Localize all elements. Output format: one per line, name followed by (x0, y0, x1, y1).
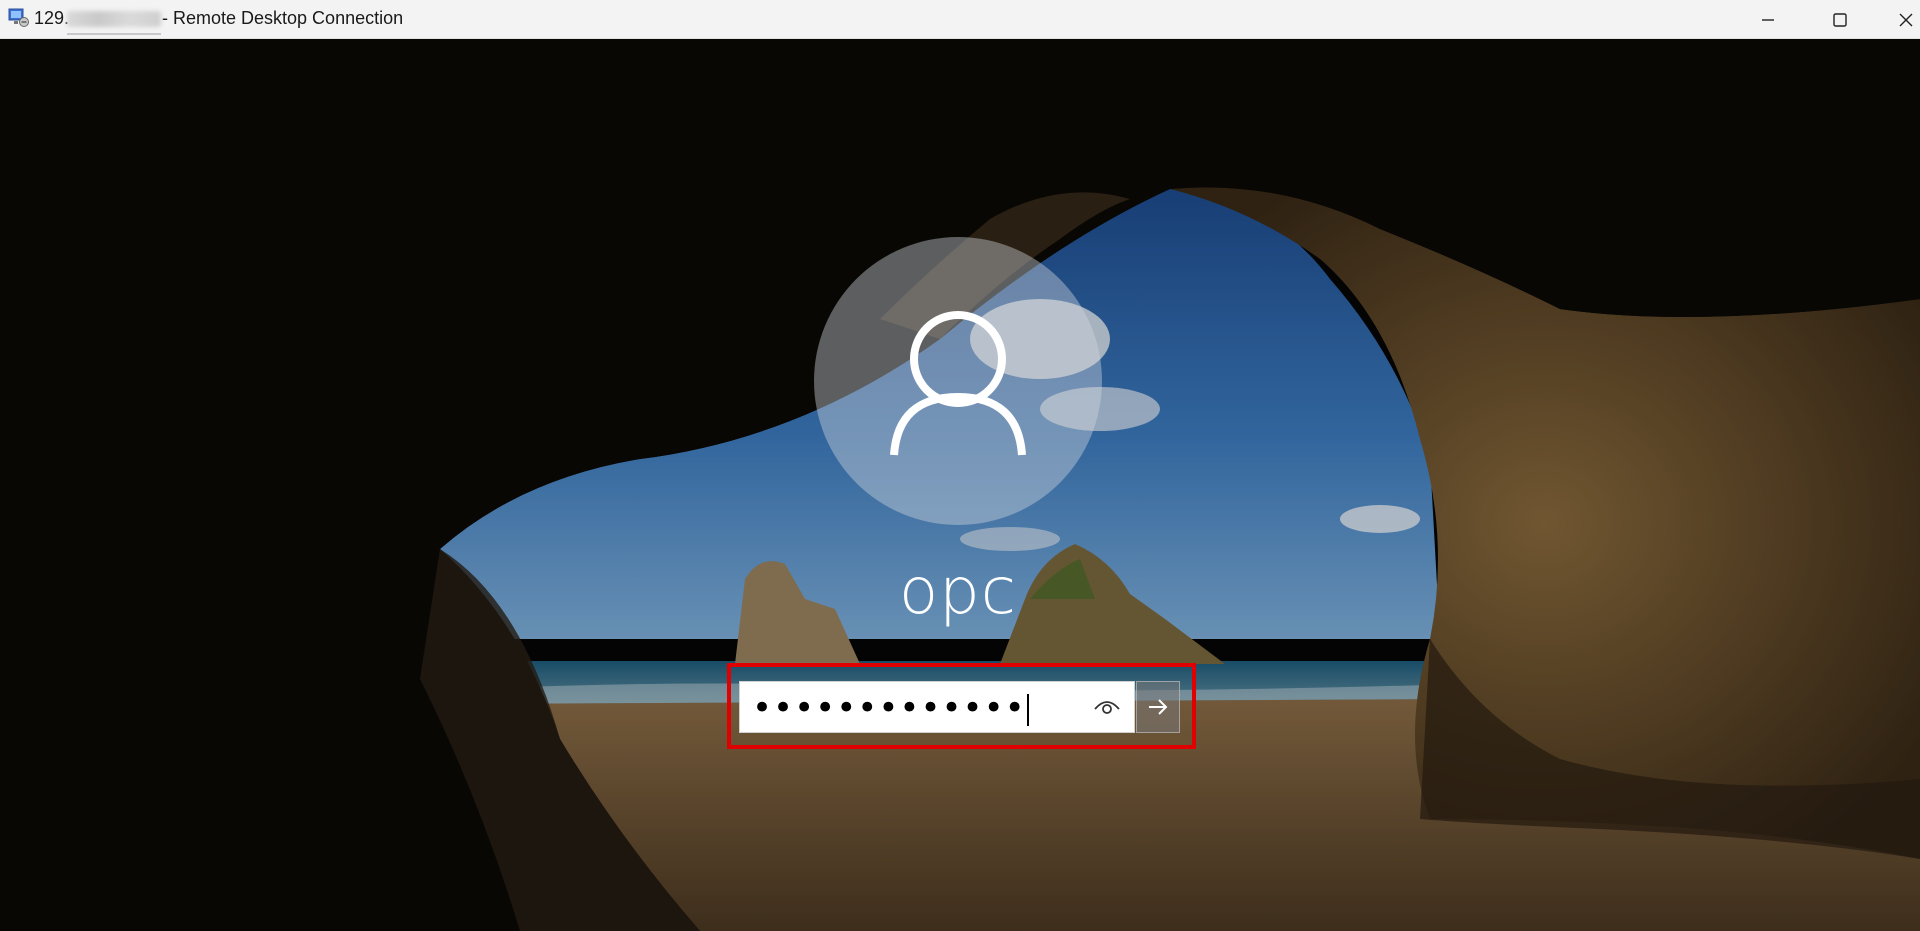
arrow-right-icon (1149, 699, 1168, 715)
window-title-ip: 129. (34, 8, 70, 28)
window-title: - Remote Desktop Connection (162, 8, 404, 28)
username-label: opc (899, 555, 1017, 629)
remote-desktop-icon (8, 8, 30, 28)
maximize-icon (1833, 12, 1847, 27)
password-value: ••••••••••••• (752, 688, 1029, 728)
close-icon (1899, 13, 1913, 26)
eye-icon (1094, 701, 1120, 714)
title-bar: 129. - Remote Desktop Connection (0, 0, 1920, 39)
title-underline (67, 33, 161, 35)
reveal-password-button[interactable] (1092, 695, 1122, 719)
redacted-ip-blur (67, 11, 161, 27)
password-field[interactable]: ••••••••••••• (739, 681, 1135, 733)
maximize-button[interactable] (1812, 0, 1868, 39)
close-button[interactable] (1878, 0, 1920, 39)
submit-button[interactable] (1136, 681, 1180, 733)
minimize-icon (1762, 18, 1774, 21)
user-avatar-icon (890, 311, 1026, 456)
minimize-button[interactable] (1740, 0, 1796, 39)
remote-desktop-view[interactable]: opc ••••••••••••• (0, 39, 1920, 931)
user-avatar (814, 237, 1102, 525)
